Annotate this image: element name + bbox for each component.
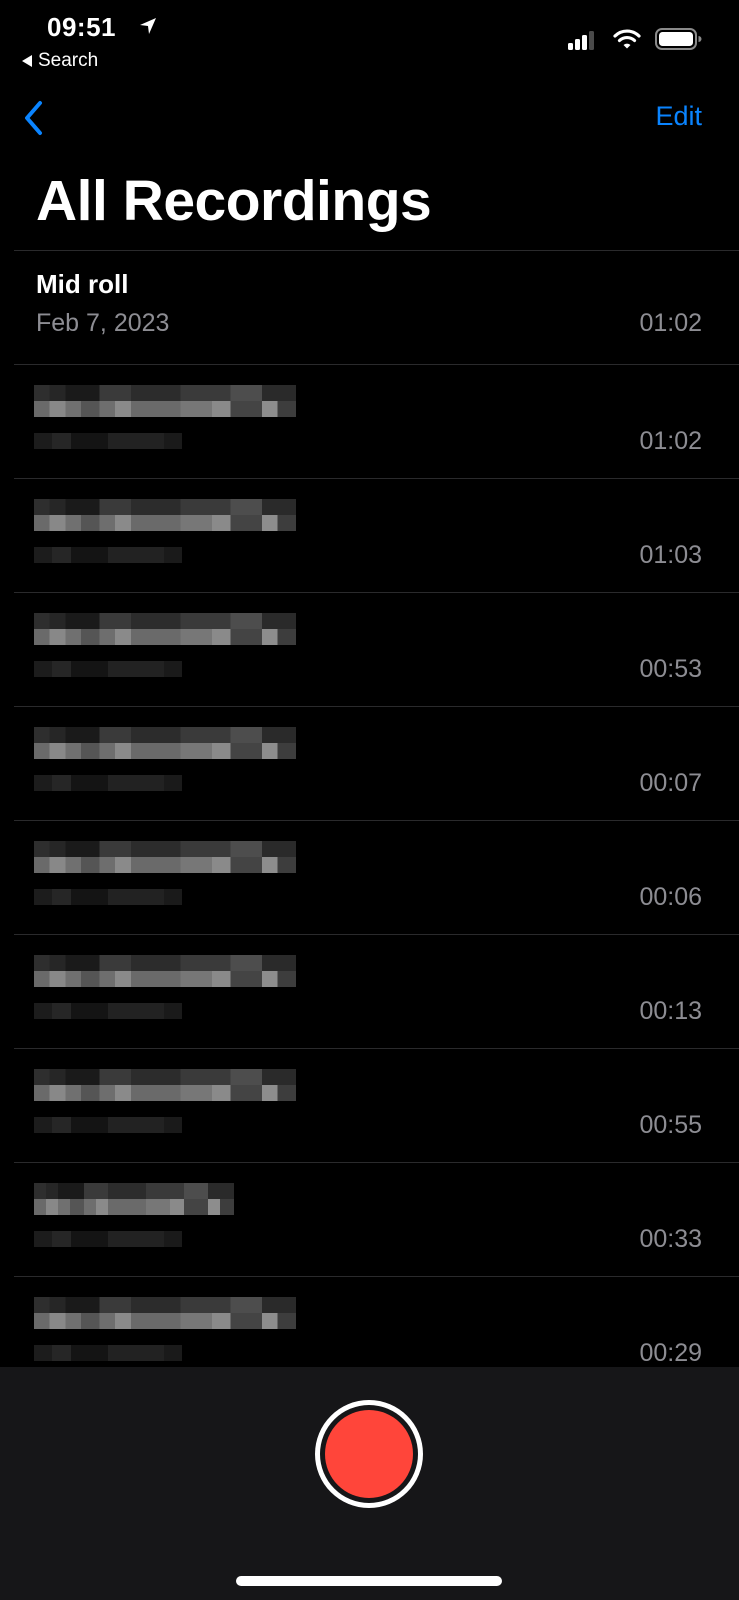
cellular-signal-icon	[568, 31, 594, 50]
redacted-title-block	[34, 499, 299, 579]
back-triangle-icon	[22, 55, 32, 67]
chevron-left-icon[interactable]	[20, 98, 48, 138]
recording-row[interactable]: Mid roll Feb 7, 2023 01:02	[14, 250, 739, 364]
redacted-title-block	[34, 1069, 299, 1149]
wifi-icon	[613, 29, 641, 49]
redacted-title-block	[34, 841, 299, 921]
recording-name: Mid roll	[36, 269, 129, 299]
page-title: All Recordings	[36, 169, 432, 233]
recording-row[interactable]: 00:06	[14, 820, 739, 934]
recording-duration: 00:13	[639, 997, 702, 1025]
recording-row[interactable]: 00:13	[14, 934, 739, 1048]
recording-row[interactable]: 00:33	[14, 1162, 739, 1276]
redacted-title-block	[34, 1183, 299, 1263]
recording-duration: 01:02	[639, 427, 702, 455]
location-arrow-icon	[140, 18, 156, 34]
home-indicator[interactable]	[236, 1576, 502, 1586]
recording-duration: 00:53	[639, 655, 702, 683]
recording-duration: 01:03	[639, 541, 702, 569]
record-button[interactable]	[315, 1400, 423, 1508]
status-time: 09:51	[47, 12, 116, 42]
back-app-label: Search	[38, 50, 99, 71]
recording-duration: 00:33	[639, 1225, 702, 1253]
redacted-title-block	[34, 385, 299, 465]
redacted-title-block	[34, 955, 299, 1035]
recording-duration: 01:02	[639, 309, 702, 337]
recording-duration: 00:07	[639, 769, 702, 797]
status-bar: 09:51 Search	[0, 0, 739, 80]
back-to-app-link[interactable]: Search	[22, 50, 98, 72]
recording-row[interactable]: 01:02	[14, 364, 739, 478]
recording-row[interactable]: 00:07	[14, 706, 739, 820]
redacted-title-block	[34, 727, 299, 807]
recording-date: Feb 7, 2023	[36, 309, 170, 337]
recording-duration: 00:06	[639, 883, 702, 911]
battery-icon	[655, 28, 702, 50]
redacted-title-block	[34, 613, 299, 693]
recording-row[interactable]: 00:53	[14, 592, 739, 706]
recording-row[interactable]: 01:03	[14, 478, 739, 592]
recordings-list: Mid roll Feb 7, 2023 01:02 01:02 01:03 0…	[0, 250, 739, 1390]
recording-row[interactable]: 00:55	[14, 1048, 739, 1162]
recording-duration: 00:55	[639, 1111, 702, 1139]
record-icon	[325, 1410, 413, 1498]
redacted-title-block	[34, 1297, 299, 1377]
recording-duration: 00:29	[639, 1339, 702, 1367]
edit-button[interactable]: Edit	[655, 101, 702, 132]
